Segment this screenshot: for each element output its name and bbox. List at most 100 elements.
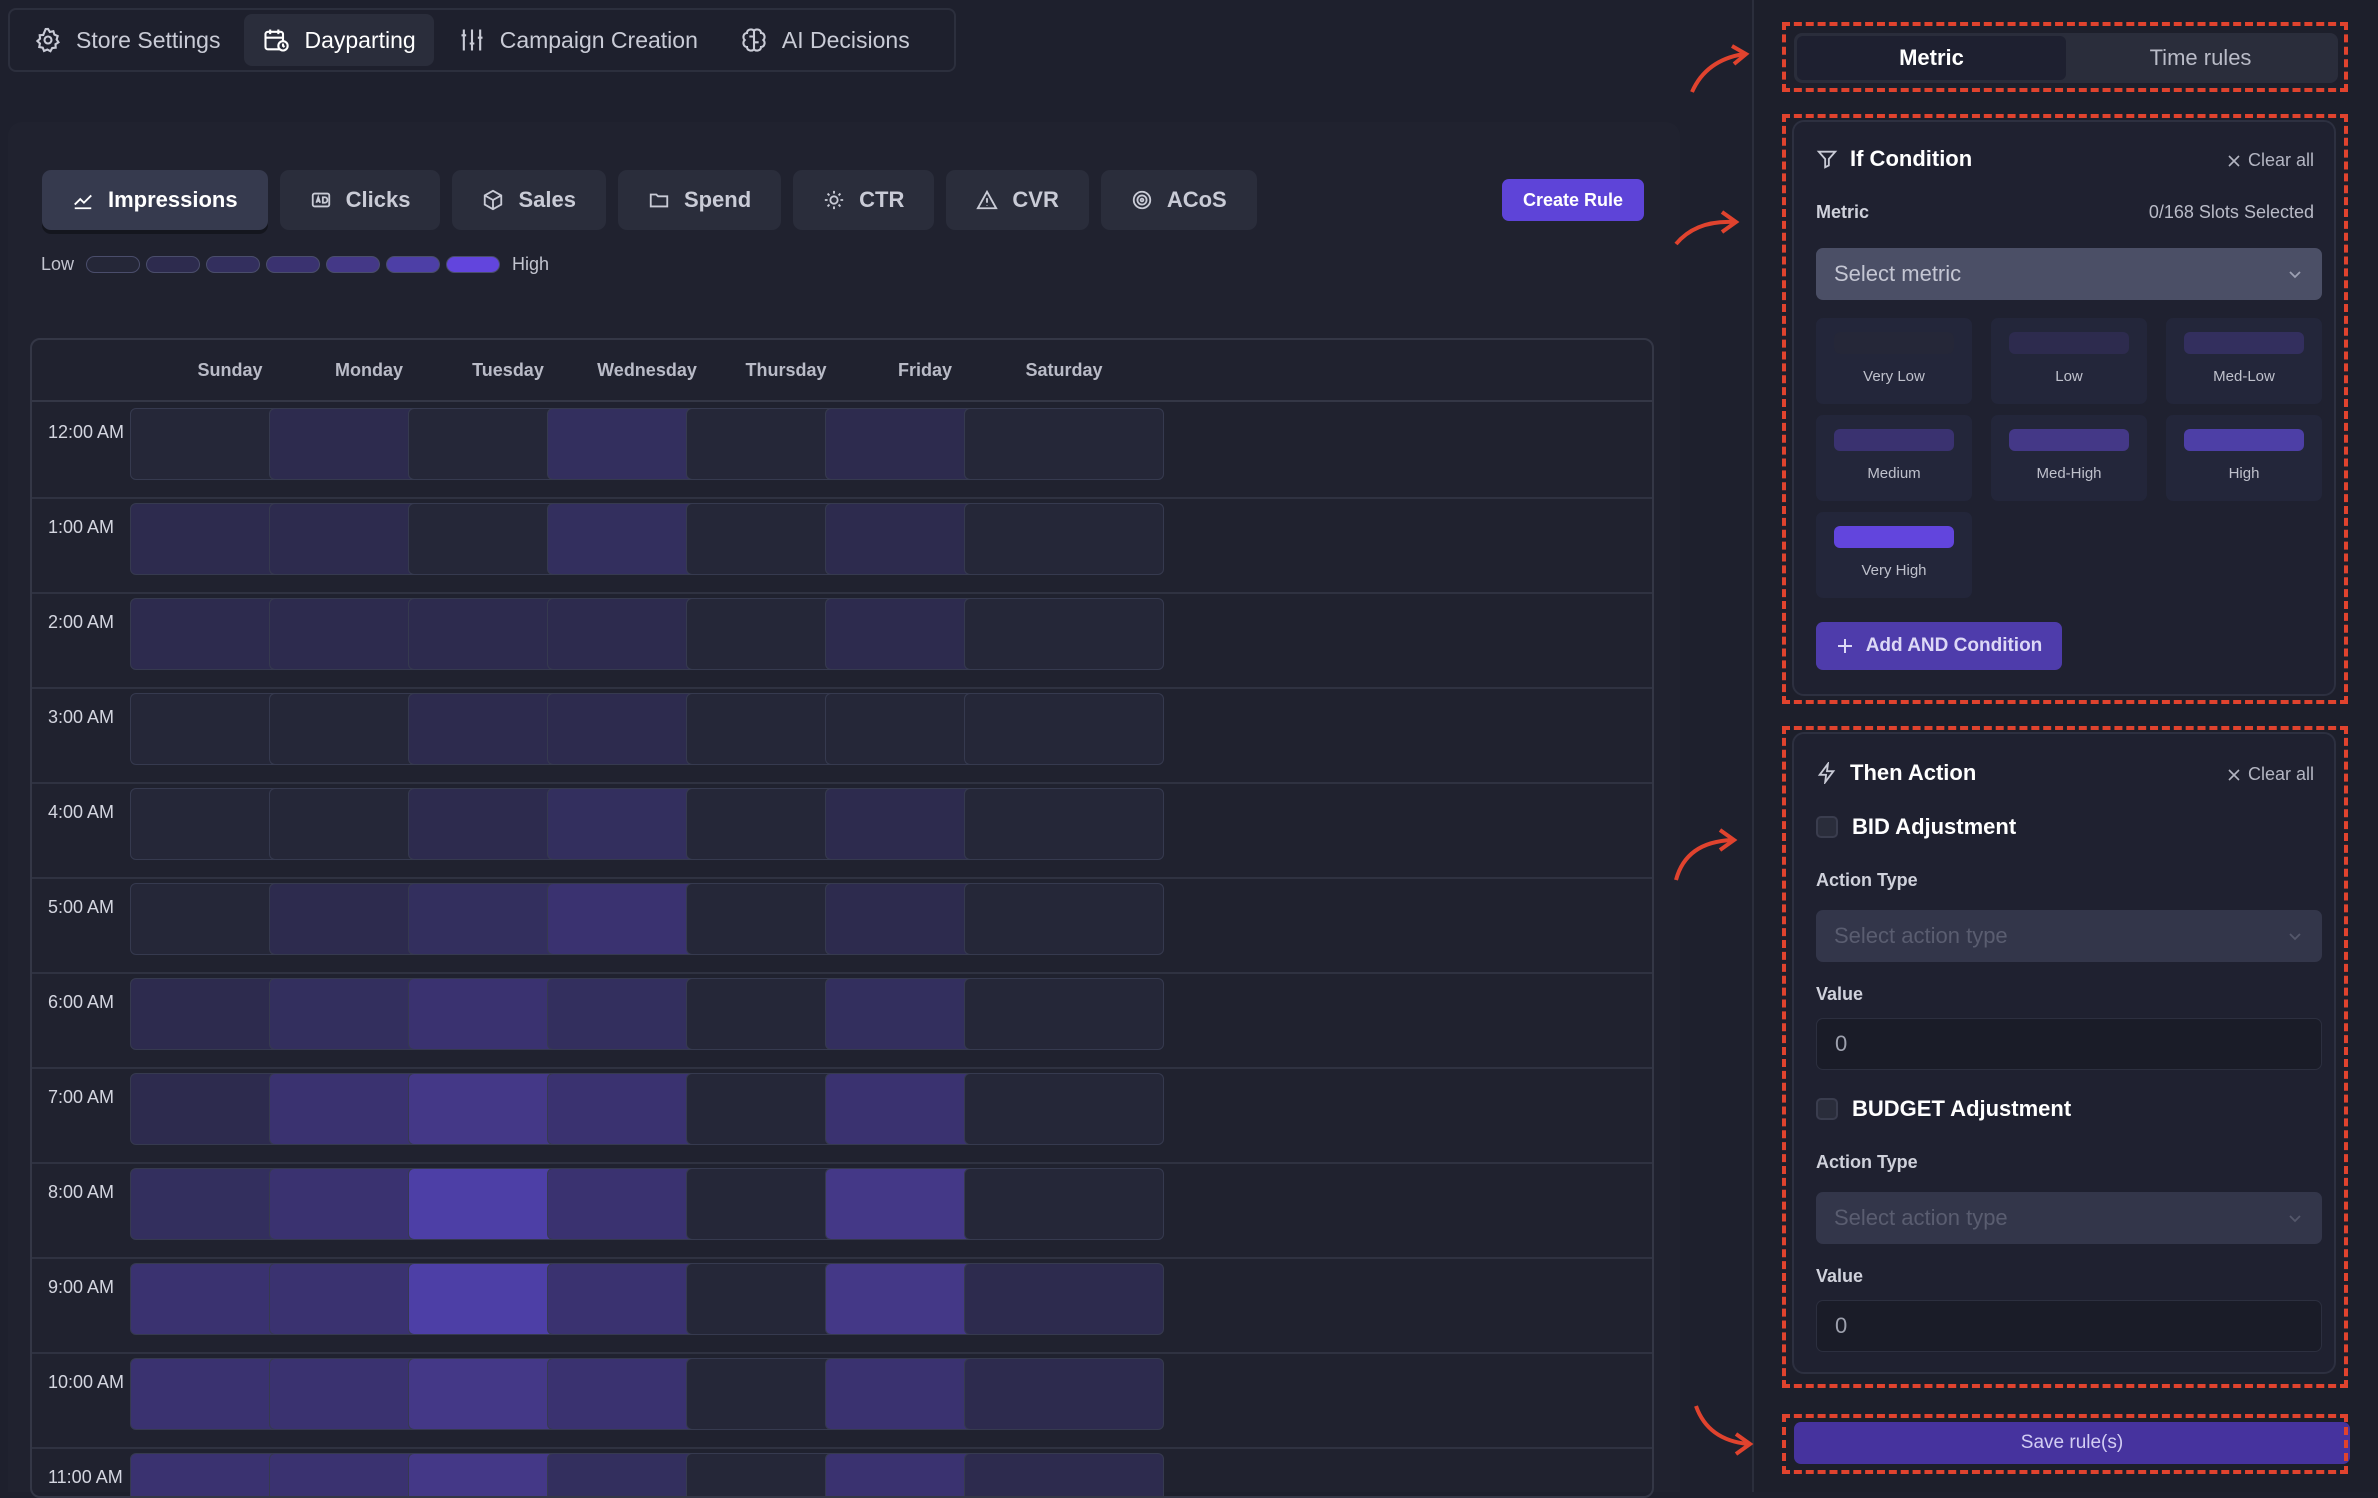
- hour-row: 5:00 AM: [32, 877, 1652, 974]
- plus-icon: [1836, 637, 1854, 655]
- metric-level-option[interactable]: Very High: [1816, 512, 1972, 598]
- legend-low-label: Low: [41, 254, 75, 274]
- gear-icon: [34, 26, 62, 54]
- side-tab-metric[interactable]: Metric: [1797, 36, 2066, 80]
- metric-tab-spend[interactable]: Spend: [617, 170, 782, 230]
- level-name: Med-High: [2036, 465, 2102, 482]
- time-slot-cell[interactable]: [964, 1168, 1164, 1240]
- hour-label: 3:00 AM: [48, 707, 115, 727]
- time-slot-cell[interactable]: [964, 788, 1164, 860]
- hour-label: 9:00 AM: [48, 1277, 115, 1297]
- hour-label: 7:00 AM: [48, 1087, 115, 1107]
- legend-chip: [146, 256, 201, 273]
- metric-tab-cvr[interactable]: CVR: [946, 170, 1089, 230]
- metric-level-option[interactable]: Med-Low: [2166, 318, 2322, 404]
- then-action-label: Then Action: [1850, 760, 1977, 785]
- budget-adjustment-label: BUDGET Adjustment: [1852, 1096, 2072, 1121]
- metric-level-option[interactable]: Low: [1991, 318, 2147, 404]
- time-slot-cell[interactable]: [964, 1263, 1164, 1335]
- time-slot-cell[interactable]: [964, 693, 1164, 765]
- metric-tab-acos[interactable]: ACoS: [1100, 170, 1257, 230]
- annotation-arrow-icon: [1674, 210, 1740, 246]
- hour-row: 4:00 AM: [32, 782, 1652, 879]
- annotation-arrow-icon: [1690, 44, 1750, 93]
- close-icon: [2228, 768, 2240, 781]
- if-clear-all-button[interactable]: Clear all: [2228, 150, 2314, 171]
- level-color-swatch: [2184, 429, 2304, 451]
- metric-tab-label: Clicks: [345, 187, 411, 212]
- budget-action-type-label: Action Type: [1816, 1152, 1918, 1172]
- hour-row: 2:00 AM: [32, 592, 1652, 689]
- bid-adjustment-checkbox[interactable]: [1816, 816, 1838, 838]
- nav-tab-campaign-creation[interactable]: Campaign Creation: [440, 14, 716, 66]
- metric-level-option[interactable]: Medium: [1816, 415, 1972, 501]
- nav-tab-store-settings[interactable]: Store Settings: [16, 14, 238, 66]
- hour-label: 12:00 AM: [48, 422, 125, 442]
- hour-label: 8:00 AM: [48, 1182, 115, 1202]
- budget-adjustment-checkbox[interactable]: [1816, 1098, 1838, 1120]
- level-name: Med-Low: [2213, 368, 2275, 385]
- metric-tab-impressions[interactable]: Impressions: [42, 170, 268, 230]
- clear-all-label: Clear all: [2247, 764, 2314, 784]
- select-metric-dropdown[interactable]: Select metric: [1816, 248, 2322, 300]
- hour-label: 6:00 AM: [48, 992, 115, 1012]
- time-slot-cell[interactable]: [964, 503, 1164, 575]
- nav-tab-dayparting[interactable]: Dayparting: [244, 14, 434, 66]
- sliders-icon: [458, 26, 486, 54]
- nav-tab-ai-decisions[interactable]: AI Decisions: [722, 14, 928, 66]
- bid-action-type-dropdown[interactable]: Select action type: [1816, 910, 2322, 962]
- then-clear-all-button[interactable]: Clear all: [2228, 764, 2314, 785]
- bid-adjustment-label: BID Adjustment: [1852, 814, 2017, 839]
- time-slot-cell[interactable]: [964, 883, 1164, 955]
- add-and-condition-button[interactable]: Add AND Condition: [1816, 622, 2062, 670]
- metric-tab-clicks[interactable]: Clicks: [279, 170, 441, 230]
- level-color-swatch: [2009, 429, 2129, 451]
- bid-action-type-label: Action Type: [1816, 870, 1918, 890]
- time-slot-cell[interactable]: [964, 1453, 1164, 1496]
- budget-value-input[interactable]: 0: [1816, 1300, 2322, 1352]
- hour-label: 11:00 AM: [48, 1467, 123, 1487]
- metric-tab-label: CTR: [859, 187, 905, 212]
- level-color-swatch: [2009, 332, 2129, 354]
- level-color-swatch: [2184, 332, 2304, 354]
- clear-all-label: Clear all: [2247, 150, 2314, 170]
- hour-row: 8:00 AM: [32, 1162, 1652, 1259]
- time-slot-cell[interactable]: [964, 1073, 1164, 1145]
- if-condition-card: If Condition Clear all Metric 0/168 Slot…: [1792, 120, 2336, 696]
- save-rules-button[interactable]: Save rule(s): [1794, 1422, 2350, 1464]
- bid-adjustment-row: BID Adjustment: [1816, 814, 2016, 840]
- hour-label: 2:00 AM: [48, 612, 115, 632]
- time-slot-cell[interactable]: [964, 1358, 1164, 1430]
- time-slot-cell[interactable]: [964, 408, 1164, 480]
- bid-value-input[interactable]: 0: [1816, 1018, 2322, 1070]
- level-name: Low: [2055, 368, 2083, 385]
- metric-tab-sales[interactable]: Sales: [452, 170, 606, 230]
- sparkle-icon: [823, 189, 845, 211]
- target-icon: [1131, 189, 1153, 211]
- brain-icon: [740, 26, 768, 54]
- legend-high-label: High: [512, 254, 550, 274]
- metric-level-option[interactable]: High: [2166, 415, 2322, 501]
- dayparting-panel: Impressions Clicks Sales Spend CTR CVR A…: [8, 122, 1680, 1498]
- metric-tab-ctr[interactable]: CTR: [793, 170, 935, 230]
- create-rule-button[interactable]: Create Rule: [1502, 179, 1644, 221]
- time-slot-cell[interactable]: [964, 598, 1164, 670]
- side-tab-time-rules[interactable]: Time rules: [2066, 36, 2335, 80]
- budget-action-type-dropdown[interactable]: Select action type: [1816, 1192, 2322, 1244]
- metric-level-option[interactable]: Very Low: [1816, 318, 1972, 404]
- metric-level-option[interactable]: Med-High: [1991, 415, 2147, 501]
- hour-label: 5:00 AM: [48, 897, 115, 917]
- chevron-down-icon: [2286, 927, 2304, 945]
- then-action-card: Then Action Clear all BID Adjustment Act…: [1792, 732, 2336, 1374]
- metric-tab-label: Sales: [518, 187, 576, 212]
- bid-value-label: Value: [1816, 984, 1864, 1004]
- metric-tab-label: Impressions: [108, 187, 238, 212]
- top-nav: Store Settings Dayparting Campaign Creat…: [8, 8, 956, 72]
- warning-triangle-icon: [976, 189, 999, 211]
- time-slot-cell[interactable]: [964, 978, 1164, 1050]
- nav-tab-label: AI Decisions: [781, 26, 910, 53]
- level-color-swatch: [1834, 429, 1954, 451]
- level-color-swatch: [1834, 526, 1954, 548]
- legend-chip: [206, 256, 261, 273]
- day-header: Saturday: [1025, 359, 1103, 380]
